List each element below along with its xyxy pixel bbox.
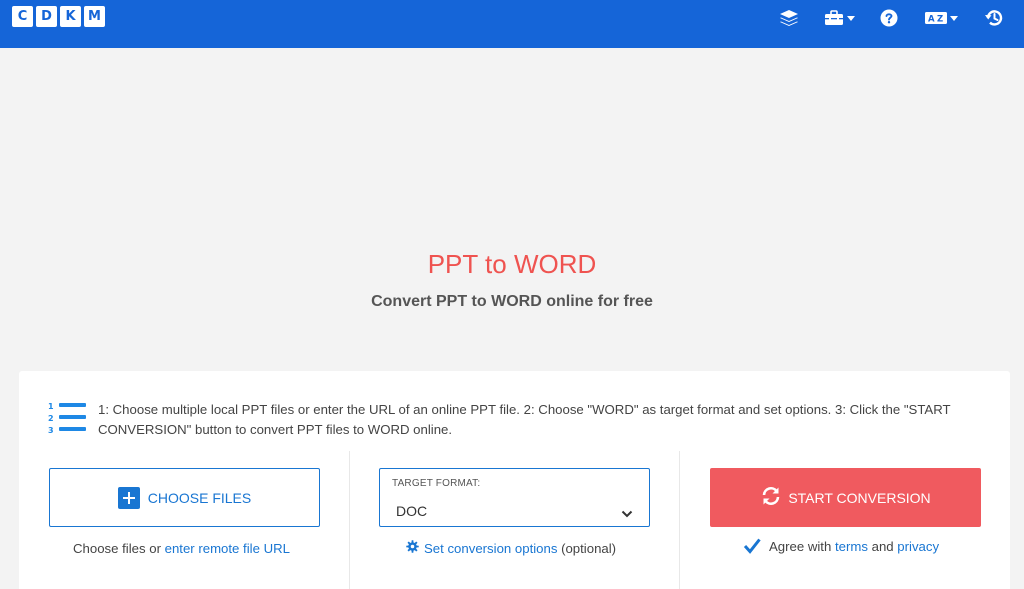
- help-icon[interactable]: [880, 9, 898, 27]
- choose-files-button[interactable]: CHOOSE FILES: [49, 468, 320, 527]
- svg-text:2: 2: [48, 414, 54, 423]
- svg-text:A: A: [928, 15, 935, 25]
- logo-letter-d: D: [36, 6, 57, 27]
- checkmark-icon: [743, 538, 761, 554]
- history-icon[interactable]: [984, 9, 1004, 27]
- choose-files-label: CHOOSE FILES: [147, 489, 252, 506]
- choose-files-prefix: Choose files or: [73, 541, 165, 556]
- target-format-select[interactable]: TARGET FORMAT: DOC: [379, 468, 650, 527]
- start-conversion-label: START CONVERSION: [788, 489, 931, 506]
- language-menu[interactable]: AZ: [925, 9, 958, 27]
- layers-icon[interactable]: [779, 9, 799, 27]
- plus-icon: [117, 486, 140, 509]
- language-icon: AZ: [925, 12, 947, 25]
- terms-link[interactable]: terms: [835, 539, 868, 554]
- column-divider: [679, 451, 680, 589]
- agree-and: and: [867, 538, 898, 554]
- svg-text:1: 1: [48, 402, 54, 411]
- converter-card: 1 2 3 1: Choose multiple local PPT files…: [19, 371, 1010, 589]
- top-navbar: C D K M AZ: [0, 0, 1024, 48]
- column-divider: [349, 451, 350, 589]
- chevron-down-icon: [950, 15, 958, 21]
- agree-row: Agree with terms and privacy: [743, 537, 939, 555]
- conversion-options-link[interactable]: Set conversion options: [424, 541, 557, 556]
- target-format-label: TARGET FORMAT:: [392, 478, 481, 489]
- logo-letter-m: M: [84, 6, 105, 27]
- refresh-icon: [760, 486, 782, 509]
- logo-letter-c: C: [12, 6, 33, 27]
- chevron-down-icon: [621, 505, 633, 523]
- page-title: PPT to WORD: [427, 249, 597, 279]
- svg-text:3: 3: [48, 426, 54, 434]
- toolbox-menu[interactable]: [824, 9, 855, 27]
- privacy-link[interactable]: privacy: [897, 539, 939, 554]
- target-format-value: DOC: [396, 503, 428, 519]
- svg-text:Z: Z: [937, 15, 943, 25]
- steps-instructions: 1: Choose multiple local PPT files or en…: [98, 402, 951, 437]
- agree-prefix: Agree with: [769, 538, 835, 554]
- optional-label: (optional): [557, 540, 617, 556]
- gear-icon: [406, 540, 419, 556]
- chevron-down-icon: [847, 15, 855, 21]
- page-subtitle: Convert PPT to WORD online for free: [371, 293, 653, 310]
- start-conversion-button[interactable]: START CONVERSION: [710, 468, 981, 527]
- logo-letter-k: K: [60, 6, 81, 27]
- toolbox-icon: [825, 10, 843, 25]
- numbered-list-icon: 1 2 3: [47, 400, 87, 439]
- choose-files-hint: Choose files or enter remote file URL: [73, 541, 290, 556]
- conversion-options-row: Set conversion options (optional): [406, 540, 616, 556]
- remote-url-link[interactable]: enter remote file URL: [165, 541, 290, 556]
- agree-checkbox[interactable]: [743, 537, 761, 555]
- cdkm-logo[interactable]: C D K M: [12, 6, 105, 27]
